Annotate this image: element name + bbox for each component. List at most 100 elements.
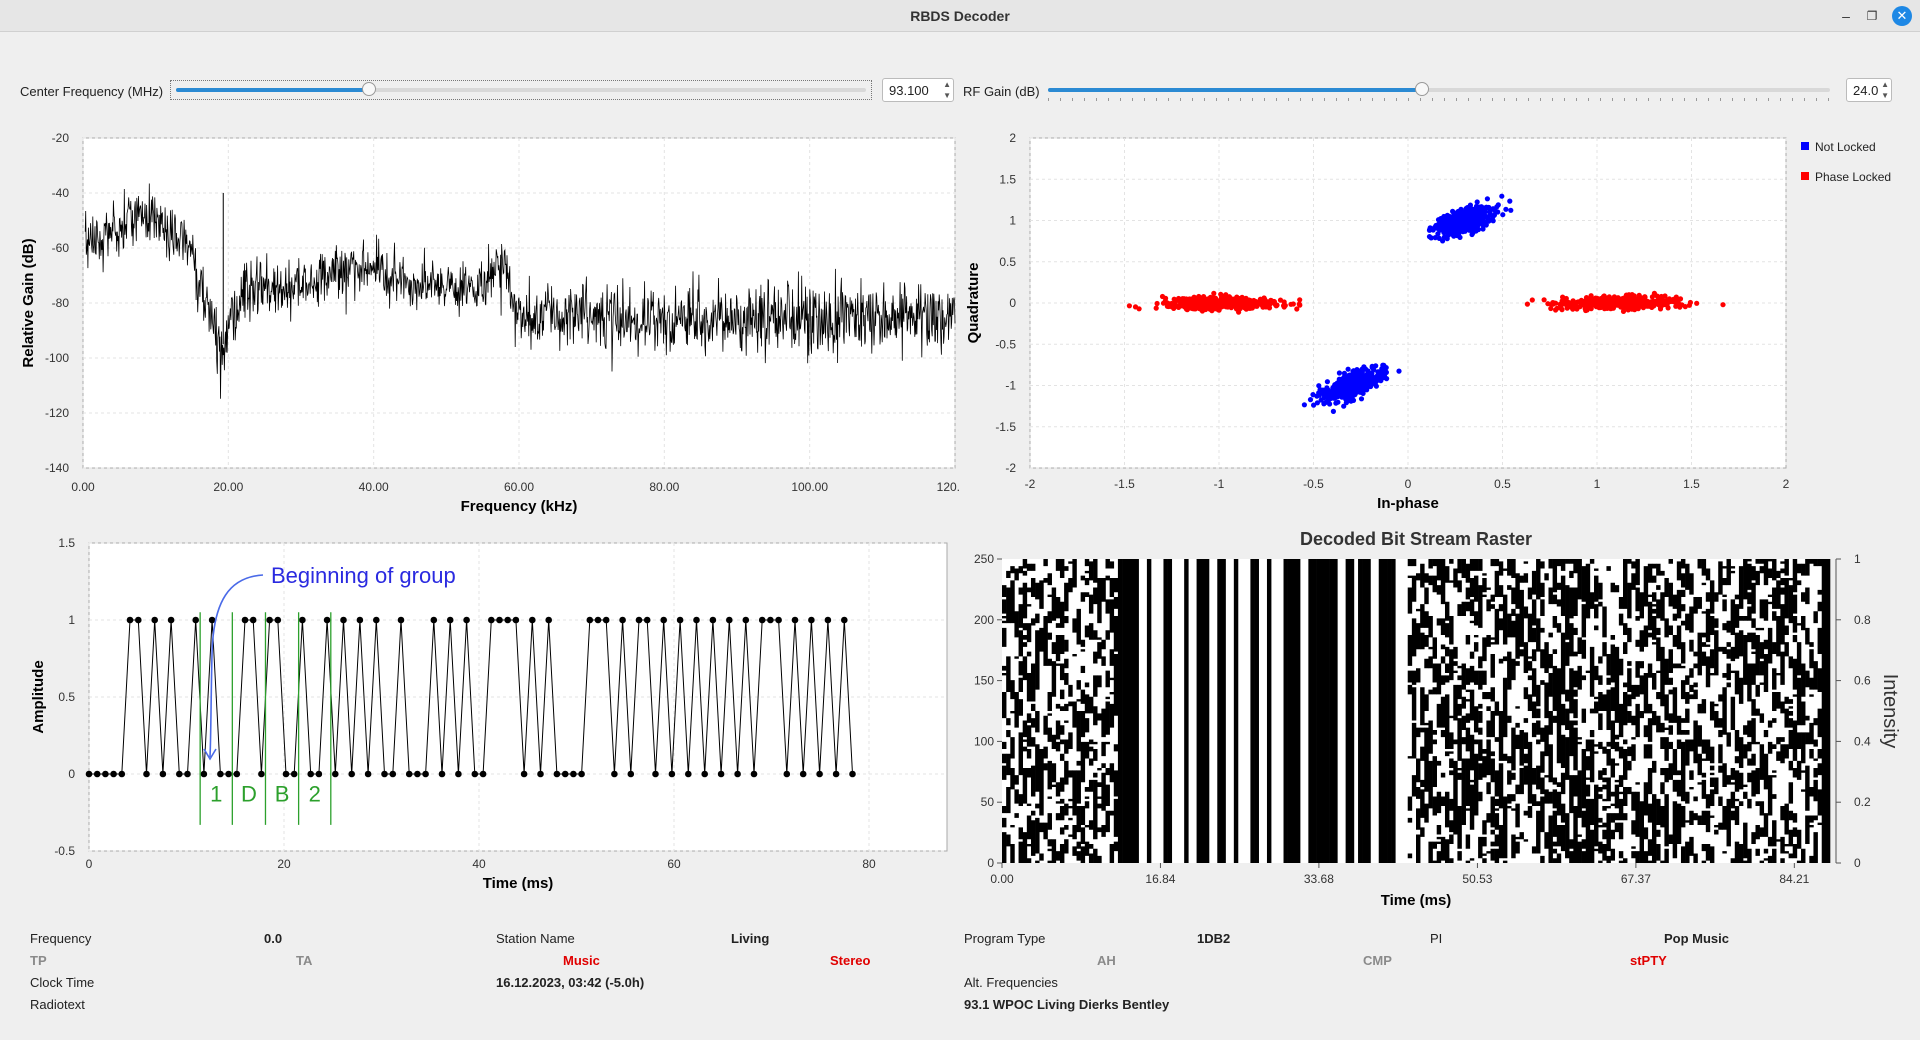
raster-cell (1689, 770, 1694, 780)
raster-cell (1817, 627, 1823, 655)
raster-cell (1569, 720, 1574, 757)
restore-icon[interactable]: ❐ (1862, 6, 1882, 26)
raster-column (1217, 559, 1222, 863)
raster-cell (1623, 623, 1628, 636)
center-frequency-slider[interactable] (176, 82, 866, 96)
raster-cell (1705, 592, 1711, 602)
raster-cell (1573, 806, 1578, 863)
raster-cell (1519, 832, 1524, 840)
not-locked-point (1473, 221, 1480, 227)
raster-cell (1635, 851, 1640, 864)
raster-cell (1022, 739, 1028, 742)
raster-cell (1490, 687, 1495, 702)
y-tick-label: 0 (1009, 296, 1016, 310)
raster-cell (1594, 575, 1599, 602)
raster-cell (1059, 601, 1065, 628)
spin-up-icon[interactable]: ▲ (1881, 80, 1889, 89)
raster-cell (1531, 768, 1537, 785)
raster-cell (1792, 635, 1798, 643)
raster-cell (1685, 675, 1690, 685)
raster-cell (1680, 730, 1686, 735)
spin-down-icon[interactable]: ▼ (943, 91, 951, 100)
raster-cell (1784, 744, 1789, 759)
raster-cell (1697, 632, 1702, 676)
raster-cell (1407, 796, 1413, 811)
raster-cell (1432, 663, 1437, 683)
raster-cell (1565, 559, 1570, 564)
sample-point (726, 616, 733, 624)
bit-stream-raster-plot[interactable]: Decoded Bit Stream Raster0.00 16.84 33.68 5… (960, 525, 1910, 915)
raster-cell (1109, 649, 1115, 666)
raster-cell (1026, 858, 1032, 863)
raster-cell (1088, 696, 1094, 714)
raster-cell (1672, 613, 1678, 621)
raster-cell (1747, 772, 1752, 783)
raster-cell (1651, 563, 1657, 569)
raster-cell (1685, 730, 1690, 735)
time-domain-plot[interactable]: 0 20 40 60 801.510.50-0.5Time (ms)AmplitudeB… (15, 525, 960, 910)
slider-handle[interactable] (362, 82, 377, 96)
raster-cell (1643, 725, 1649, 738)
raster-cell (1598, 794, 1603, 799)
raster-cell (1610, 687, 1616, 711)
raster-cell (1709, 815, 1715, 818)
spin-down-icon[interactable]: ▼ (1881, 91, 1889, 100)
raster-cell (1784, 625, 1789, 635)
raster-cell (1805, 715, 1810, 721)
raster-cell (1043, 559, 1048, 567)
raster-cell (1784, 851, 1789, 854)
raster-cell (1743, 616, 1748, 621)
raster-cell (1511, 834, 1516, 859)
raster-cell (1478, 711, 1483, 723)
raster-cell (1002, 585, 1007, 598)
raster-cell (1738, 677, 1744, 704)
close-icon[interactable]: ✕ (1892, 6, 1912, 26)
slider-handle[interactable] (1414, 82, 1429, 96)
raster-cell (1461, 696, 1466, 709)
slider-fill (1048, 88, 1422, 92)
raster-cell (1084, 570, 1090, 574)
raster-cell (1068, 684, 1073, 697)
center-frequency-spinbox[interactable]: 93.100 ▲ ▼ (882, 78, 954, 102)
raster-cell (1490, 796, 1495, 828)
raster-cell (1465, 601, 1471, 612)
raster-cell (1618, 613, 1624, 626)
raster-cell (1610, 848, 1616, 861)
constellation-plot[interactable]: -2 -1.5 -1 -0.5 0 0.5 1 1.5 221.510.50-0.5-1-1.5… (960, 128, 1910, 523)
raster-cell (1436, 585, 1442, 595)
raster-column (1391, 559, 1396, 863)
raster-cell (1469, 599, 1475, 617)
rf-gain-slider[interactable] (1048, 82, 1830, 101)
raster-cell (1552, 594, 1558, 605)
raster-cell (1064, 760, 1069, 785)
raster-cell (1656, 670, 1661, 674)
x-tick-label: 84.21 (1779, 872, 1809, 886)
raster-cell (1788, 829, 1794, 847)
raster-cell (1527, 587, 1533, 600)
raster-cell (1701, 844, 1707, 852)
raster-cell (1010, 825, 1015, 828)
raster-cell (1416, 787, 1421, 799)
raster-cell (1548, 587, 1553, 605)
y-tick-label: -1.5 (995, 420, 1016, 434)
raster-cell (1540, 649, 1545, 669)
raster-cell (1813, 768, 1818, 778)
rf-gain-spinbox[interactable]: 24.0 ▲ ▼ (1846, 78, 1892, 102)
raster-cell (1093, 675, 1098, 697)
not-locked-point (1374, 375, 1380, 381)
raster-cell (1059, 798, 1065, 804)
phase-locked-point (1591, 300, 1597, 306)
not-locked-point (1446, 221, 1453, 227)
raster-column (1295, 559, 1301, 863)
raster-cell (1813, 661, 1818, 690)
minimize-icon[interactable]: – (1836, 6, 1856, 26)
raster-cell (1763, 730, 1769, 738)
raster-cell (1536, 684, 1541, 707)
raster-cell (1627, 559, 1632, 564)
sample-point (290, 770, 298, 778)
music-flag: Music (563, 953, 600, 968)
raster-cell (1639, 675, 1644, 695)
spin-up-icon[interactable]: ▲ (943, 80, 951, 89)
spectrum-plot[interactable]: 0.0020.0040.0060.0080.00100.00120.00-20-… (15, 128, 960, 523)
raster-cell (1051, 587, 1057, 621)
